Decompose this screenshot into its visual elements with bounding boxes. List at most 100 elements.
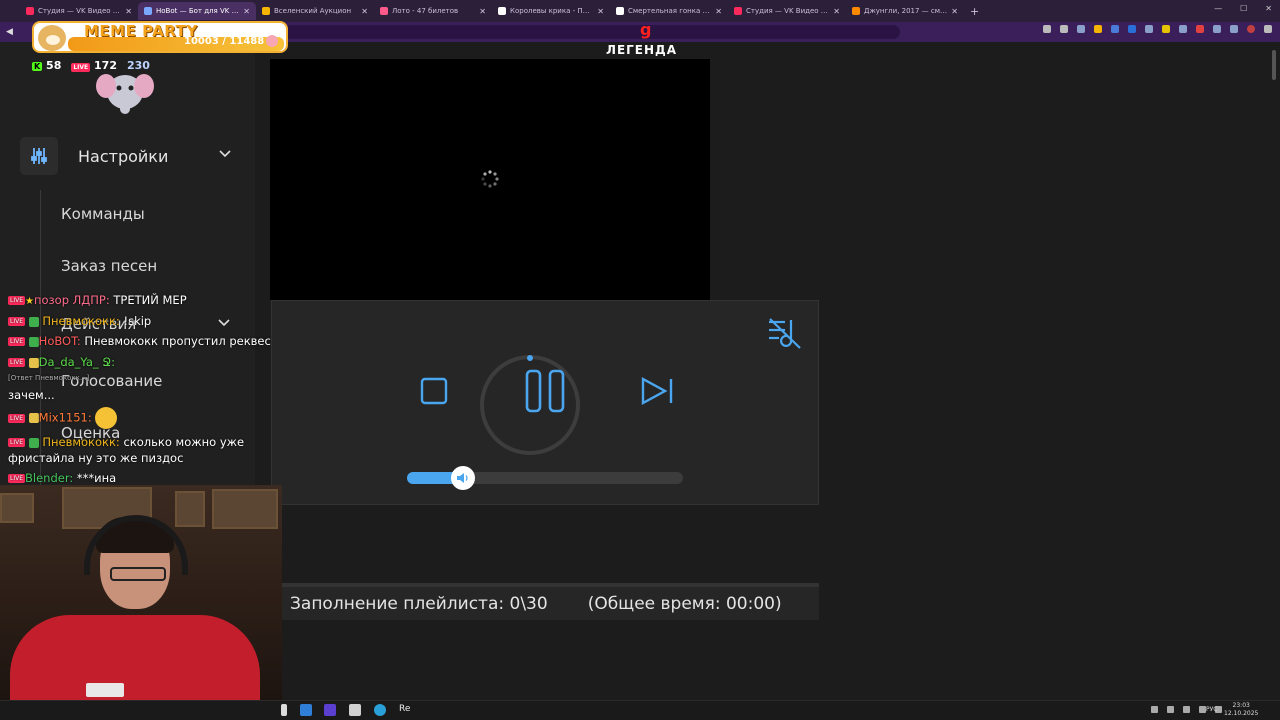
- close-icon[interactable]: ✕: [833, 7, 840, 16]
- extension-icon[interactable]: [1077, 25, 1085, 33]
- chat-text: ***ина: [76, 471, 117, 485]
- chat-text: фристайла ну это же пиздос: [8, 451, 184, 465]
- tab-favicon-icon: [498, 7, 506, 15]
- system-clock[interactable]: 23:03 12.10.2025: [1224, 702, 1258, 718]
- pause-icon[interactable]: [524, 368, 566, 414]
- playlist-status-bar: Заполнение плейлиста: 0\30 (Общее время:…: [281, 587, 819, 620]
- close-window-icon[interactable]: ✕: [1265, 4, 1272, 13]
- elephant-mascot-icon: [96, 74, 154, 114]
- extension-icon[interactable]: [1094, 25, 1102, 33]
- meme-party-title: MEME PARTY: [84, 22, 198, 40]
- extension-icon[interactable]: [1230, 25, 1238, 33]
- browser-tab[interactable]: Лото - 47 билетов ✕: [374, 2, 492, 20]
- close-icon[interactable]: ✕: [243, 7, 250, 16]
- extension-icon[interactable]: [1128, 25, 1136, 33]
- telegram-icon[interactable]: [374, 704, 386, 716]
- chevron-up-icon: [219, 150, 231, 158]
- chat-text: Пневмококк пропустил реквест: [84, 334, 278, 348]
- extension-icon[interactable]: [1111, 25, 1119, 33]
- extension-icon[interactable]: [1162, 25, 1170, 33]
- check-badge-icon: [28, 336, 39, 347]
- browser-tab[interactable]: Студия — VK Видео Live ✕: [728, 2, 846, 20]
- chat-username: позор ЛДПР:: [33, 293, 110, 307]
- streamer-shirt: [10, 615, 260, 700]
- close-icon[interactable]: ✕: [479, 7, 486, 16]
- tab-favicon-icon: [852, 7, 860, 15]
- scrollbar[interactable]: [1272, 50, 1276, 80]
- back-icon[interactable]: ◀: [6, 27, 13, 37]
- browser-tab[interactable]: Студия — VK Видео Live ✕: [20, 2, 138, 20]
- star-icon[interactable]: [1060, 25, 1068, 33]
- tab-favicon-icon: [616, 7, 624, 15]
- stop-icon[interactable]: [420, 377, 448, 405]
- close-icon[interactable]: ✕: [951, 7, 958, 16]
- chat-username: Пневмококк:: [42, 314, 120, 328]
- browser-tab[interactable]: Джунгли, 2017 — смотреть о✕: [846, 2, 964, 20]
- extension-icon[interactable]: [1196, 25, 1204, 33]
- volume-slider-handle[interactable]: [451, 466, 476, 490]
- tray-app-icon[interactable]: [1167, 706, 1174, 713]
- legend-label: ЛЕГЕНДА: [606, 43, 678, 57]
- shirt-patch: [86, 683, 124, 697]
- close-icon[interactable]: ✕: [715, 7, 722, 16]
- chat-message: LIVE Da_da_Ya_ Ջ:: [8, 355, 115, 369]
- live-badge-icon: LIVE: [8, 438, 26, 447]
- extension-icon[interactable]: [1179, 25, 1187, 33]
- browser-tab[interactable]: Королевы крика - Поиск в Go ✕: [492, 2, 610, 20]
- tab-label: Лото - 47 билетов: [392, 7, 459, 15]
- taskbar-app-label[interactable]: Re: [399, 704, 410, 714]
- kick-viewer-count: 58: [46, 59, 62, 72]
- zoom-icon[interactable]: [1043, 25, 1051, 33]
- chat-username: Da_da_Ya_ Ջ:: [38, 355, 116, 369]
- clock-date: 12.10.2025: [1224, 710, 1259, 717]
- chat-message: LIVE Blender: ***ина: [8, 471, 116, 485]
- browser-tab-active[interactable]: HoBot — Бот для VK Video ✕: [138, 2, 256, 20]
- chat-text: сколько можно уже: [123, 435, 245, 449]
- close-icon[interactable]: ✕: [597, 7, 604, 16]
- doge-icon: [38, 25, 66, 51]
- tray-chevron-icon[interactable]: [1151, 706, 1158, 713]
- chat-message: LIVE HoBOT: Пневмококк пропустил реквест: [8, 334, 278, 348]
- chat-message: LIVE Mix1151:: [8, 407, 118, 429]
- tab-favicon-icon: [262, 7, 270, 15]
- maximize-icon[interactable]: ☐: [1240, 4, 1247, 13]
- chat-username: HoBOT:: [38, 334, 81, 348]
- taskbar-app-icon[interactable]: [300, 704, 312, 716]
- no-autoplay-icon[interactable]: [767, 316, 803, 350]
- tab-label: Королевы крика - Поиск в Go: [510, 7, 593, 15]
- profile-icon[interactable]: [1247, 25, 1255, 33]
- new-tab-icon[interactable]: +: [970, 5, 979, 18]
- playlist-fill-text: Заполнение плейлиста: 0\30: [290, 593, 548, 614]
- settings-label: Настройки: [78, 146, 169, 166]
- playlist-total-time: (Общее время: 00:00): [587, 593, 782, 614]
- minimize-icon[interactable]: —: [1214, 4, 1222, 13]
- taskbar-app-icon[interactable]: [349, 704, 361, 716]
- sliders-icon: [20, 137, 58, 175]
- tab-label: Вселенский Аукцион: [274, 7, 352, 15]
- sidebar-item-commands[interactable]: Комманды: [61, 205, 145, 223]
- taskbar-app-icon[interactable]: [324, 704, 336, 716]
- keyboard-language[interactable]: РУС: [1206, 706, 1217, 713]
- url-field[interactable]: [280, 25, 900, 39]
- kick-stat: K 58: [32, 59, 61, 72]
- close-icon[interactable]: ✕: [125, 7, 132, 16]
- meme-progress-count: 10003 / 11488: [184, 36, 265, 47]
- wall-picture: [175, 491, 205, 527]
- network-icon[interactable]: [1183, 706, 1190, 713]
- browser-tab[interactable]: Смертельная гонка 2008 - По✕: [610, 2, 728, 20]
- menu-icon[interactable]: [1264, 25, 1272, 33]
- close-icon[interactable]: ✕: [361, 7, 368, 16]
- extension-icon[interactable]: [1213, 25, 1221, 33]
- speaker-icon[interactable]: [1199, 706, 1206, 713]
- chat-reply-note: [Ответ Пневмококк...]: [8, 374, 90, 382]
- extension-icon[interactable]: [1145, 25, 1153, 33]
- browser-tab[interactable]: Вселенский Аукцион ✕: [256, 2, 374, 20]
- settings-menu-toggle[interactable]: Настройки: [20, 137, 240, 175]
- live-badge-icon: LIVE: [8, 317, 26, 326]
- tab-favicon-icon: [144, 7, 152, 15]
- chat-message: LIVE Пневмококк: сколько можно уже: [8, 435, 244, 449]
- chat-username: Пневмококк:: [42, 435, 120, 449]
- sidebar-item-song-requests[interactable]: Заказ песен: [61, 257, 157, 275]
- next-track-icon[interactable]: [640, 376, 674, 406]
- taskbar-app-icon[interactable]: [281, 704, 287, 716]
